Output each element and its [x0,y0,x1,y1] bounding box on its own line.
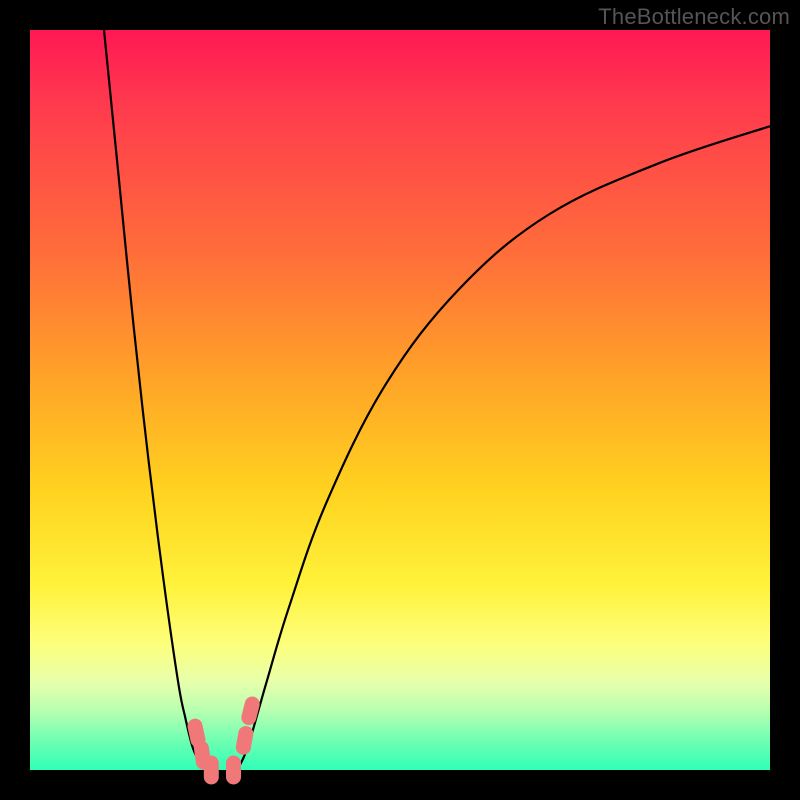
curve-left-branch [104,30,208,770]
curve-right-branch [237,126,770,770]
marker-4 [235,725,254,755]
marker-2 [204,756,218,784]
marker-5 [240,696,260,727]
marker-layer [187,696,261,784]
curve-layer [104,30,770,770]
chart-svg [30,30,770,770]
marker-3 [227,756,241,784]
plot-area [30,30,770,770]
attribution-text: TheBottleneck.com [598,4,790,30]
chart-frame: TheBottleneck.com [0,0,800,800]
